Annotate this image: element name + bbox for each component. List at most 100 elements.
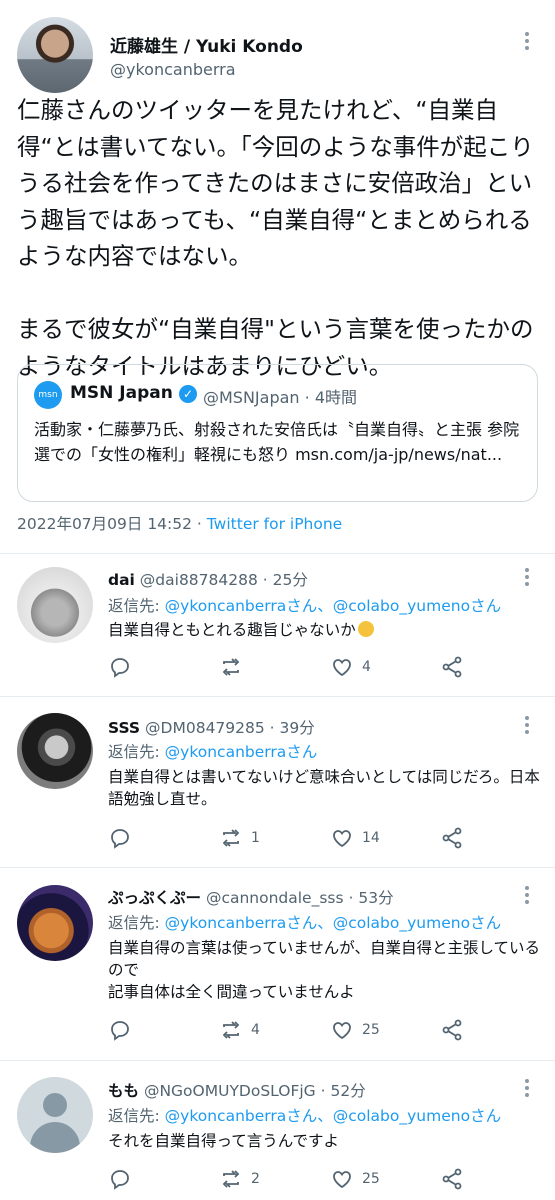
- reply-avatar[interactable]: [17, 567, 93, 643]
- reply-header: dai @dai88784288 · 25分: [108, 568, 308, 590]
- quoted-author-avatar: msn: [34, 381, 62, 409]
- reply-to-users[interactable]: @ykoncanberraさん、@colabo_yumenoさん: [165, 597, 501, 615]
- reply-author-name[interactable]: dai: [108, 571, 135, 589]
- share-button[interactable]: [440, 1167, 464, 1191]
- more-options-icon[interactable]: [525, 886, 529, 904]
- verified-badge-icon: ✓: [179, 385, 197, 403]
- share-button[interactable]: [440, 1018, 464, 1042]
- like-button[interactable]: 4: [330, 655, 371, 679]
- reply-text: 自業自得の言葉は使っていませんが、自業自得と主張しているので 記事自体は全く間違…: [108, 939, 540, 1001]
- reply-icon: [111, 1021, 129, 1041]
- reply-to: 返信先: @ykoncanberraさん、@colabo_yumenoさん: [108, 1104, 501, 1126]
- emoji-face-icon: [357, 621, 374, 637]
- more-options-icon[interactable]: [525, 716, 529, 734]
- like-icon: [333, 1171, 351, 1189]
- author-handle[interactable]: @ykoncanberra: [110, 60, 236, 79]
- like-count: 14: [362, 830, 380, 846]
- share-icon: [442, 827, 462, 849]
- reply-avatar[interactable]: [17, 1077, 93, 1153]
- retweet-icon: [222, 1021, 240, 1039]
- like-button[interactable]: 25: [330, 1167, 380, 1191]
- source-link[interactable]: Twitter for iPhone: [207, 515, 342, 533]
- reply-meta: @cannondale_sss · 53分: [201, 889, 394, 907]
- reply-button[interactable]: [108, 655, 132, 679]
- share-button[interactable]: [440, 826, 464, 850]
- reply-author-name[interactable]: ぷっぷくぷー: [108, 889, 201, 907]
- reply-actions: 4 25: [108, 1018, 548, 1044]
- quoted-text: 活動家・仁藤夢乃氏、射殺された安倍氏は〝自業自得〟と主張 参院選での「女性の権利…: [34, 420, 520, 464]
- like-icon: [333, 659, 351, 677]
- retweet-icon: [222, 1170, 240, 1188]
- reply-to: 返信先: @ykoncanberraさん、@colabo_yumenoさん: [108, 594, 501, 616]
- reply-text: 自業自得ともとれる趣旨じゃないか: [108, 621, 356, 639]
- reply-meta: @DM08479285 · 39分: [140, 719, 315, 737]
- reply-to-prefix: 返信先:: [108, 914, 165, 932]
- reply-button[interactable]: [108, 1018, 132, 1042]
- retweet-icon: [222, 829, 240, 847]
- reply-tweet[interactable]: dai @dai88784288 · 25分 返信先: @ykoncanberr…: [0, 553, 555, 696]
- reply-header: もも @NGoOMUYDoSLOFjG · 52分: [108, 1079, 366, 1101]
- retweet-count: 4: [251, 1022, 260, 1038]
- reply-actions: 1 14: [108, 826, 548, 852]
- author-avatar[interactable]: [17, 17, 93, 93]
- share-icon: [442, 1168, 462, 1190]
- quoted-meta: @MSNJapan · 4時間: [203, 388, 357, 407]
- like-button[interactable]: 14: [330, 826, 380, 850]
- reply-avatar[interactable]: [17, 885, 93, 961]
- tweet-text: 仁藤さんのツイッターを見たけれど、“自業自得“とは書いてない。「今回のような事件…: [17, 96, 534, 380]
- reply-to-users[interactable]: @ykoncanberraさん、@colabo_yumenoさん: [165, 914, 501, 932]
- reply-actions: 2 25: [108, 1167, 548, 1193]
- like-count: 25: [362, 1171, 380, 1187]
- reply-tweet[interactable]: もも @NGoOMUYDoSLOFjG · 52分 返信先: @ykoncanb…: [0, 1060, 555, 1200]
- retweet-button[interactable]: 1: [219, 826, 260, 850]
- retweet-count: 2: [251, 1171, 260, 1187]
- reply-icon: [111, 1170, 129, 1190]
- share-button[interactable]: [440, 655, 464, 679]
- reply-avatar[interactable]: [17, 713, 93, 789]
- reply-meta: @NGoOMUYDoSLOFjG · 52分: [139, 1082, 366, 1100]
- retweet-button[interactable]: [219, 655, 251, 679]
- reply-author-name[interactable]: SSS: [108, 719, 140, 737]
- reply-text: 自業自得とは書いてないけど意味合いとしては同じだろ。日本語勉強し直せ。: [108, 768, 540, 808]
- reply-meta: @dai88784288 · 25分: [134, 571, 308, 589]
- reply-text-wrap: 自業自得ともとれる趣旨じゃないか: [108, 619, 548, 641]
- default-avatar-head: [43, 1093, 67, 1117]
- author-name[interactable]: 近藤雄生 / Yuki Kondo: [110, 32, 303, 57]
- reply-text: それを自業自得って言うんですよ: [108, 1132, 339, 1150]
- more-options-icon[interactable]: [525, 568, 529, 586]
- default-avatar-body: [30, 1122, 80, 1153]
- reply-tweet[interactable]: ぷっぷくぷー @cannondale_sss · 53分 返信先: @ykonc…: [0, 867, 555, 1060]
- share-icon: [442, 656, 462, 678]
- like-count: 25: [362, 1022, 380, 1038]
- reply-to: 返信先: @ykoncanberraさん: [108, 740, 317, 762]
- share-icon: [442, 1019, 462, 1041]
- reply-to-prefix: 返信先:: [108, 743, 165, 761]
- like-count: 4: [362, 659, 371, 675]
- reply-actions: 4: [108, 655, 548, 681]
- quoted-tweet[interactable]: msn MSN Japan ✓ @MSNJapan · 4時間 活動家・仁藤夢乃…: [17, 364, 538, 502]
- reply-to-prefix: 返信先:: [108, 1107, 165, 1125]
- main-tweet: 近藤雄生 / Yuki Kondo @ykoncanberra 仁藤さんのツイッ…: [0, 0, 555, 553]
- retweet-button[interactable]: 4: [219, 1018, 260, 1042]
- quoted-author-name: MSN Japan: [70, 383, 173, 403]
- reply-to-users[interactable]: @ykoncanberraさん: [165, 743, 318, 761]
- reply-to-users[interactable]: @ykoncanberraさん、@colabo_yumenoさん: [165, 1107, 501, 1125]
- reply-tweet[interactable]: SSS @DM08479285 · 39分 返信先: @ykoncanberra…: [0, 696, 555, 867]
- reply-button[interactable]: [108, 826, 132, 850]
- reply-header: SSS @DM08479285 · 39分: [108, 716, 315, 738]
- reply-author-name[interactable]: もも: [108, 1082, 139, 1100]
- like-icon: [333, 1022, 351, 1040]
- reply-button[interactable]: [108, 1167, 132, 1191]
- reply-icon: [111, 658, 129, 678]
- like-button[interactable]: 25: [330, 1018, 380, 1042]
- reply-to: 返信先: @ykoncanberraさん、@colabo_yumenoさん: [108, 911, 501, 933]
- more-options-icon[interactable]: [525, 1079, 529, 1097]
- more-options-icon[interactable]: [525, 32, 529, 50]
- retweet-count: 1: [251, 830, 260, 846]
- retweet-button[interactable]: 2: [219, 1167, 260, 1191]
- reply-icon: [111, 829, 129, 849]
- timestamp-text: 2022年07月09日 14:52 ·: [17, 515, 207, 533]
- reply-to-prefix: 返信先:: [108, 597, 165, 615]
- tweet-timestamp: 2022年07月09日 14:52 · Twitter for iPhone: [17, 512, 342, 534]
- like-icon: [333, 830, 351, 848]
